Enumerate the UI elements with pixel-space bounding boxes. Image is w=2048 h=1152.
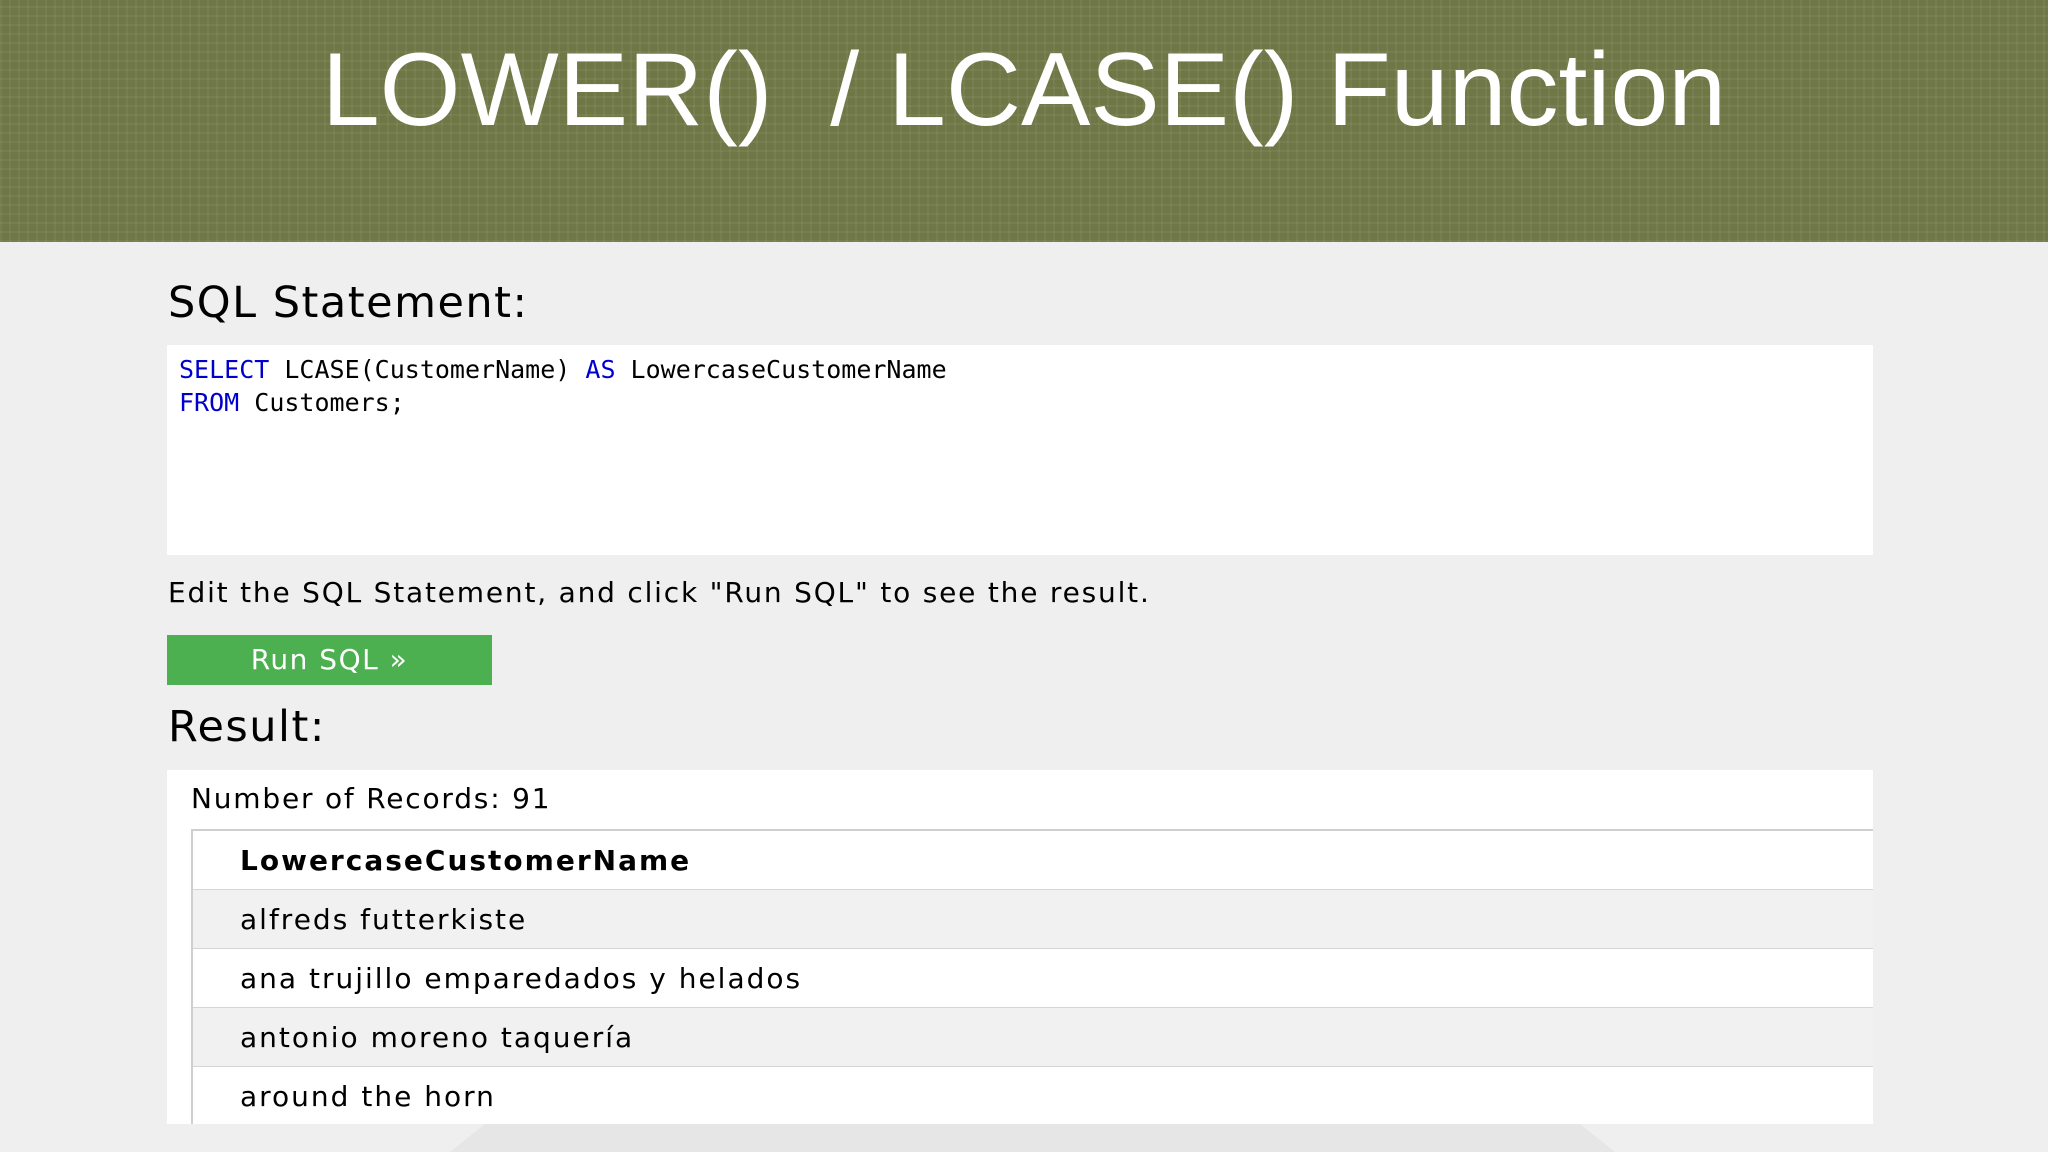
run-sql-button[interactable]: Run SQL »: [167, 635, 492, 685]
sql-keyword-from: FROM: [179, 388, 240, 417]
record-count: Number of Records: 91: [191, 782, 552, 815]
sql-keyword-as: AS: [585, 355, 616, 384]
table-cell: ana trujillo emparedados y helados: [192, 948, 1873, 1008]
table-header-row: LowercaseCustomerName: [192, 830, 1873, 890]
sql-line-2: FROM Customers;: [179, 386, 1861, 419]
sql-line-1: SELECT LCASE(CustomerName) AS LowercaseC…: [179, 353, 1861, 386]
slide-bottom-decoration: [450, 1124, 1615, 1152]
table-row: ana trujillo emparedados y helados: [192, 948, 1873, 1008]
sql-editor[interactable]: SELECT LCASE(CustomerName) AS LowercaseC…: [167, 345, 1873, 555]
sql-select-expression: LCASE(CustomerName): [269, 355, 586, 384]
column-header-lowercase-customer-name: LowercaseCustomerName: [192, 830, 1873, 890]
sql-alias: LowercaseCustomerName: [615, 355, 947, 384]
sql-table-name: Customers;: [239, 388, 405, 417]
result-panel: Number of Records: 91 LowercaseCustomerN…: [167, 770, 1873, 1124]
sql-statement-heading: SQL Statement:: [168, 278, 529, 328]
table-cell: alfreds futterkiste: [192, 889, 1873, 949]
result-table: LowercaseCustomerName alfreds futterkist…: [191, 829, 1873, 1124]
slide-title: LOWER() / LCASE() Function: [321, 32, 1727, 148]
table-cell: around the horn: [192, 1066, 1873, 1124]
table-row: antonio moreno taquería: [192, 1007, 1873, 1067]
result-heading: Result:: [168, 702, 326, 752]
slide-title-band: LOWER() / LCASE() Function: [0, 0, 2048, 242]
table-cell: antonio moreno taquería: [192, 1007, 1873, 1067]
edit-hint-text: Edit the SQL Statement, and click "Run S…: [168, 576, 1151, 609]
table-row: alfreds futterkiste: [192, 889, 1873, 949]
sql-keyword-select: SELECT: [179, 355, 270, 384]
table-row: around the horn: [192, 1066, 1873, 1124]
